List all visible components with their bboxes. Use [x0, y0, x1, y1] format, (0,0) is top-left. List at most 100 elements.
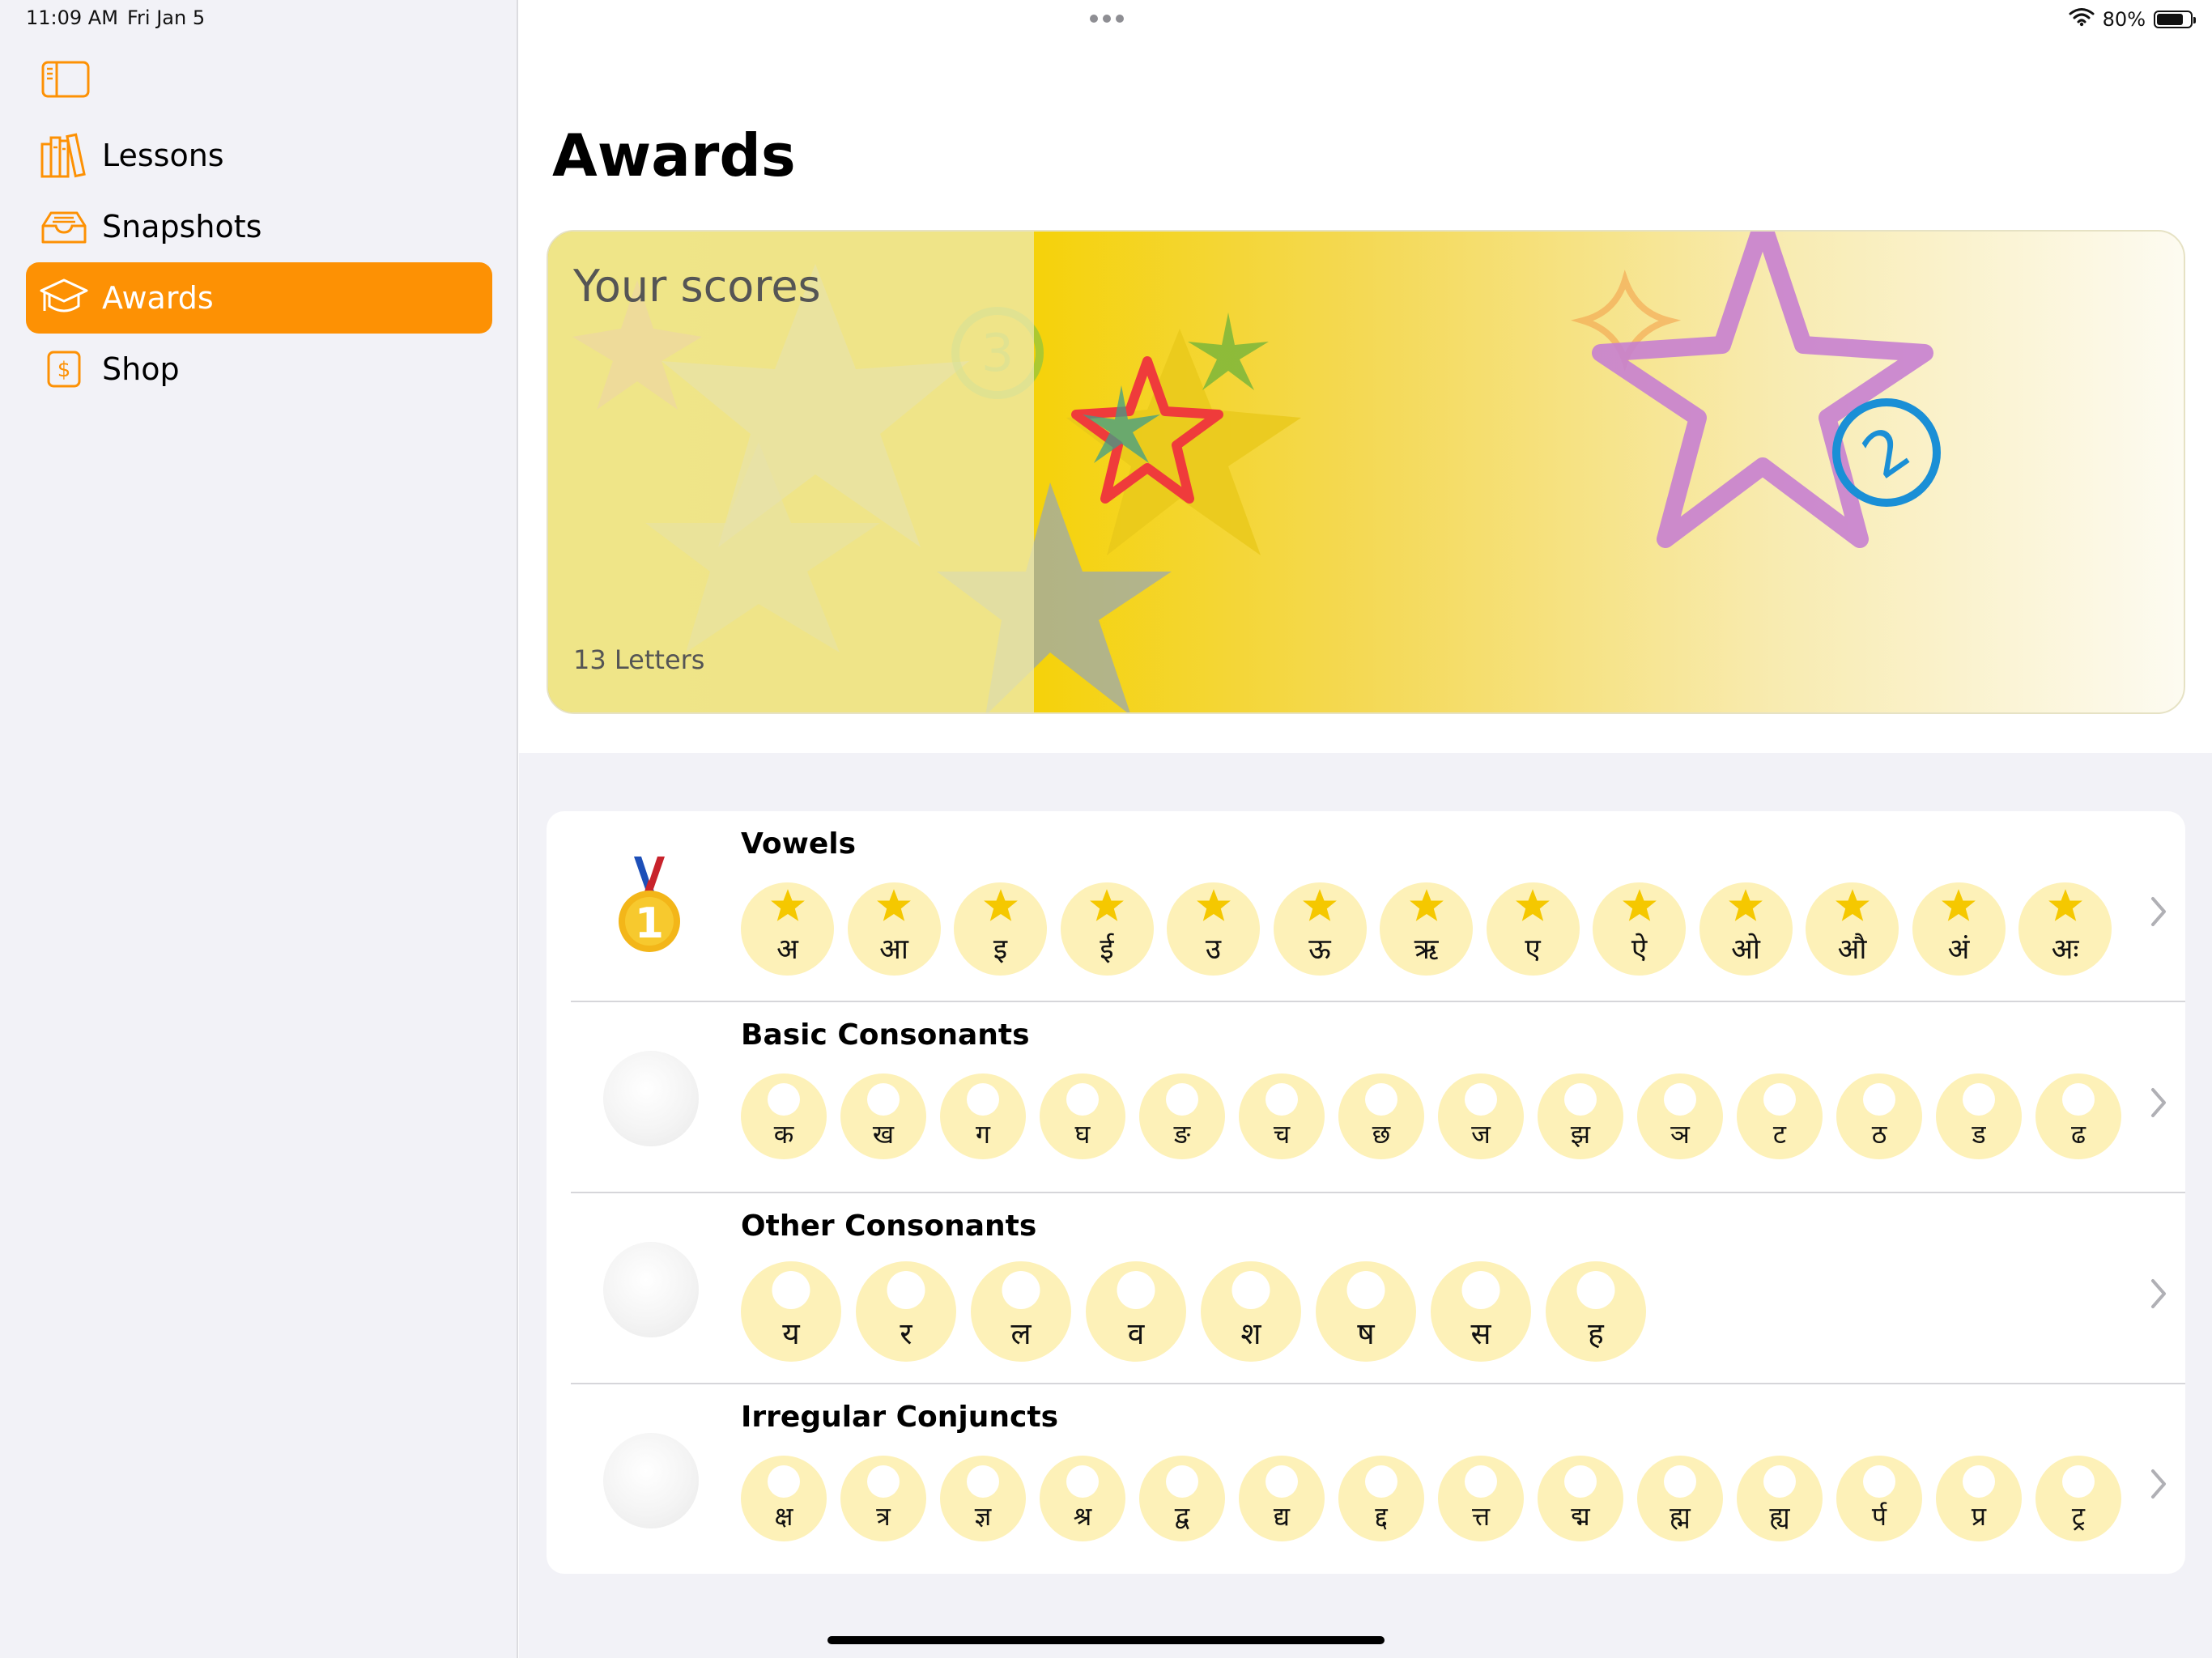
letter-badge[interactable]: द्व — [1139, 1456, 1225, 1541]
letter-badge[interactable]: ई — [1060, 882, 1154, 976]
letter-badge[interactable]: श्र — [1040, 1456, 1125, 1541]
letter-glyph: य — [782, 1316, 800, 1351]
letter-badge[interactable]: ज — [1438, 1073, 1524, 1159]
chevron-right-icon[interactable] — [2150, 1086, 2169, 1119]
letter-list: अ आ इ ई उ ऊ ऋ ए ऐ ओ औ अं अः — [741, 882, 2112, 976]
letter-badge[interactable]: ख — [840, 1073, 926, 1159]
letter-badge[interactable]: द्म — [1538, 1456, 1623, 1541]
score-badge: 2 — [1832, 398, 1941, 507]
letter-badge[interactable]: र्प — [1836, 1456, 1922, 1541]
letter-glyph: ऐ — [1631, 933, 1648, 966]
letter-badge[interactable]: अ — [741, 882, 834, 976]
letter-badge[interactable]: ट — [1737, 1073, 1823, 1159]
letter-glyph: ज्ञ — [974, 1501, 992, 1532]
score-card[interactable]: 3 Your scores 13 Letters 2 — [547, 230, 2185, 714]
letter-glyph: ट्र — [2071, 1501, 2086, 1532]
letter-glyph: ढ — [2070, 1119, 2087, 1150]
letter-badge[interactable]: द्द — [1338, 1456, 1424, 1541]
empty-star-slot — [1461, 1271, 1500, 1309]
letter-glyph: आ — [879, 933, 908, 966]
sidebar-item-lessons[interactable]: Lessons — [26, 120, 492, 191]
empty-star-slot — [768, 1083, 800, 1116]
home-indicator[interactable] — [827, 1636, 1385, 1644]
letter-glyph: इ — [993, 933, 1008, 966]
dollar-sign-icon: $ — [37, 346, 91, 393]
chevron-right-icon[interactable] — [2150, 895, 2169, 928]
sidebar-toggle-icon[interactable] — [40, 60, 91, 99]
letter-badge[interactable]: र — [856, 1261, 956, 1362]
sidebar-item-shop[interactable]: $ Shop — [26, 334, 492, 405]
row-title: Basic Consonants — [741, 1018, 1030, 1052]
letter-badge[interactable]: घ — [1040, 1073, 1125, 1159]
letter-badge[interactable]: अं — [1912, 882, 2006, 976]
star-icon — [770, 887, 806, 926]
letter-badge[interactable]: व — [1086, 1261, 1186, 1362]
main-content: Awards 3 Your scores 13 Letters — [519, 0, 2212, 1658]
award-row[interactable]: Other Consonants य र ल व श ष स ह — [547, 1193, 2185, 1384]
score-badge-number: 2 — [1849, 411, 1923, 493]
letter-badge[interactable]: ल — [971, 1261, 1071, 1362]
letter-glyph: झ — [1570, 1119, 1591, 1150]
letter-glyph: ह्म — [1670, 1501, 1691, 1532]
letter-badge[interactable]: क — [741, 1073, 827, 1159]
letter-glyph: त्र — [876, 1501, 891, 1532]
letter-badge[interactable]: स — [1431, 1261, 1531, 1362]
empty-star-slot — [1963, 1083, 1995, 1116]
sidebar-item-label: Snapshots — [102, 209, 262, 244]
letter-badge[interactable]: ङ — [1139, 1073, 1225, 1159]
award-row[interactable]: Irregular Conjuncts क्ष त्र ज्ञ श्र द्व द्य द्द… — [547, 1384, 2185, 1574]
letter-badge[interactable]: ष — [1316, 1261, 1416, 1362]
letter-badge[interactable]: ड — [1936, 1073, 2022, 1159]
letter-badge[interactable]: ट्र — [2035, 1456, 2121, 1541]
row-title: Irregular Conjuncts — [741, 1401, 1058, 1434]
chevron-right-icon[interactable] — [2150, 1278, 2169, 1310]
letter-badge[interactable]: य — [741, 1261, 841, 1362]
letter-badge[interactable]: झ — [1538, 1073, 1623, 1159]
sidebar-item-awards[interactable]: Awards — [26, 262, 492, 334]
star-icon — [1409, 887, 1444, 926]
sidebar-item-snapshots[interactable]: Snapshots — [26, 191, 492, 262]
letter-badge[interactable]: इ — [954, 882, 1047, 976]
empty-star-slot — [1346, 1271, 1385, 1309]
letter-badge[interactable]: त्र — [840, 1456, 926, 1541]
letter-badge[interactable]: ञ — [1637, 1073, 1723, 1159]
letter-badge[interactable]: ढ — [2035, 1073, 2121, 1159]
letter-badge[interactable]: ऐ — [1593, 882, 1686, 976]
letter-glyph: द्य — [1273, 1501, 1291, 1532]
chevron-right-icon[interactable] — [2150, 1468, 2169, 1500]
letter-badge[interactable]: त्त — [1438, 1456, 1524, 1541]
letter-glyph: ठ — [1871, 1119, 1887, 1150]
letter-badge[interactable]: औ — [1806, 882, 1899, 976]
letter-badge[interactable]: ऋ — [1380, 882, 1473, 976]
letter-badge[interactable]: ठ — [1836, 1073, 1922, 1159]
letter-badge[interactable]: श — [1201, 1261, 1301, 1362]
tray-icon — [37, 203, 91, 250]
letter-badge[interactable]: आ — [847, 882, 941, 976]
letter-badge[interactable]: ह्य — [1737, 1456, 1823, 1541]
letter-badge[interactable]: अः — [2018, 882, 2112, 976]
letter-glyph: ओ — [1731, 933, 1760, 966]
award-row[interactable]: Basic Consonants क ख ग घ ङ च छ ज झ ञ ट ठ ड ढ — [547, 1002, 2185, 1193]
letter-badge[interactable]: च — [1239, 1073, 1325, 1159]
letter-badge[interactable]: प्र — [1936, 1456, 2022, 1541]
letter-badge[interactable]: ज्ञ — [940, 1456, 1026, 1541]
letter-list: क ख ग घ ङ च छ ज झ ञ ट ठ ड ढ — [741, 1073, 2121, 1159]
letter-badge[interactable]: द्य — [1239, 1456, 1325, 1541]
letter-glyph: अ — [776, 933, 798, 966]
empty-star-slot — [1863, 1083, 1895, 1116]
star-icon — [1089, 887, 1125, 926]
letter-badge[interactable]: उ — [1167, 882, 1260, 976]
letter-badge[interactable]: ह — [1546, 1261, 1646, 1362]
empty-star-slot — [1117, 1271, 1155, 1309]
letter-glyph: ऊ — [1308, 933, 1331, 966]
letter-badge[interactable]: ए — [1486, 882, 1580, 976]
letter-badge[interactable]: छ — [1338, 1073, 1424, 1159]
letter-badge[interactable]: ऊ — [1273, 882, 1367, 976]
award-row[interactable]: 1 Vowels अ आ इ ई उ ऊ ऋ ए ऐ ओ औ अं अः — [547, 811, 2185, 1002]
letter-badge[interactable]: क्ष — [741, 1456, 827, 1541]
star-icon — [1622, 887, 1657, 926]
letter-glyph: छ — [1372, 1119, 1391, 1150]
letter-badge[interactable]: ह्म — [1637, 1456, 1723, 1541]
letter-badge[interactable]: ग — [940, 1073, 1026, 1159]
letter-badge[interactable]: ओ — [1699, 882, 1793, 976]
